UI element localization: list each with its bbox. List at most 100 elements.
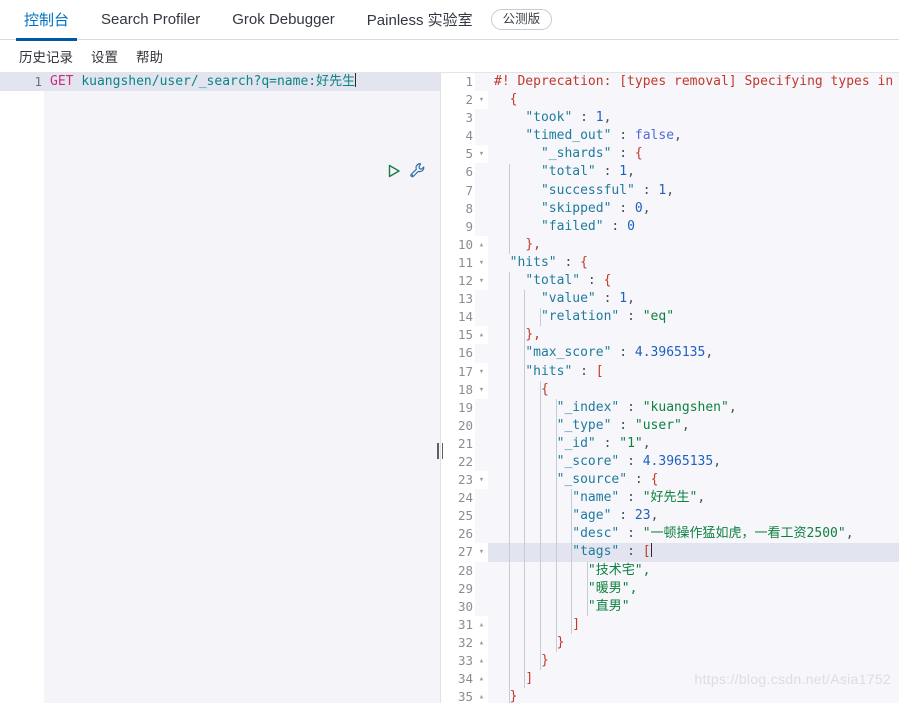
- response-line-text[interactable]: "技术宅",: [488, 562, 899, 580]
- fold-toggle-icon[interactable]: ▴: [475, 652, 488, 671]
- menu-item-settings[interactable]: 设置: [82, 46, 127, 66]
- response-line-text[interactable]: },: [488, 326, 899, 344]
- response-code-line[interactable]: 15 ▴ },: [441, 326, 899, 345]
- request-line-text[interactable]: GET kuangshen/user/_search?q=name:好先生: [44, 73, 440, 92]
- response-code-line[interactable]: 16 "max_score" : 4.3965135,: [441, 344, 899, 363]
- response-code-line[interactable]: 32 ▴ }: [441, 633, 899, 652]
- fold-toggle-icon[interactable]: ▾: [475, 471, 488, 490]
- response-code-line[interactable]: 9 "failed" : 0: [441, 217, 899, 236]
- tab-console[interactable]: 控制台: [8, 0, 85, 41]
- splitter-grip[interactable]: [437, 443, 443, 459]
- response-line-text[interactable]: }: [488, 652, 899, 670]
- response-line-text[interactable]: "_id" : "1",: [488, 435, 899, 453]
- response-code-line[interactable]: 24 "name" : "好先生",: [441, 489, 899, 508]
- response-line-text[interactable]: #! Deprecation: [types removal] Specifyi…: [488, 73, 899, 91]
- response-code-line[interactable]: 1 #! Deprecation: [types removal] Specify…: [441, 73, 899, 92]
- response-line-text[interactable]: "max_score" : 4.3965135,: [488, 344, 899, 362]
- fold-toggle-icon[interactable]: ▾: [475, 362, 488, 381]
- response-line-text[interactable]: "tags" : [: [488, 543, 899, 561]
- response-line-text[interactable]: ]: [488, 616, 899, 634]
- response-code-line[interactable]: 11 ▾ "hits" : {: [441, 253, 899, 273]
- response-line-text[interactable]: "暖男",: [488, 580, 899, 598]
- response-code-line[interactable]: 28 "技术宅",: [441, 561, 899, 580]
- fold-toggle-icon[interactable]: ▾: [475, 145, 488, 164]
- fold-toggle-icon[interactable]: ▾: [475, 91, 488, 110]
- request-line[interactable]: 1 GET kuangshen/user/_search?q=name:好先生: [0, 73, 440, 92]
- response-line-text[interactable]: "total" : 1,: [488, 163, 899, 181]
- fold-toggle-icon[interactable]: ▾: [475, 272, 488, 291]
- response-code-line[interactable]: 10 ▴ },: [441, 235, 899, 254]
- response-line-text[interactable]: }: [488, 688, 899, 703]
- response-line-text[interactable]: {: [488, 381, 899, 399]
- response-line-text[interactable]: "took" : 1,: [488, 109, 899, 127]
- response-code-line[interactable]: 30 "直男": [441, 597, 899, 616]
- response-code-line[interactable]: 26 "desc" : "一顿操作猛如虎，一看工资2500",: [441, 525, 899, 544]
- tab-painless-lab[interactable]: Painless 实验室: [351, 0, 489, 40]
- response-line-text[interactable]: "relation" : "eq": [488, 308, 899, 326]
- response-code-line[interactable]: 20 "_type" : "user",: [441, 416, 899, 435]
- response-line-text[interactable]: "skipped" : 0,: [488, 200, 899, 218]
- tab-grok-debugger[interactable]: Grok Debugger: [216, 0, 351, 40]
- response-line-text[interactable]: }: [488, 634, 899, 652]
- request-editor-empty-area[interactable]: [0, 91, 440, 703]
- request-body-empty[interactable]: [44, 91, 440, 703]
- response-line-text[interactable]: "_source" : {: [488, 471, 899, 489]
- menu-item-history[interactable]: 历史记录: [10, 46, 82, 66]
- response-code-line[interactable]: 8 "skipped" : 0,: [441, 199, 899, 218]
- response-code-line[interactable]: 34 ▴ ]: [441, 670, 899, 689]
- response-code-line[interactable]: 29 "暖男",: [441, 579, 899, 598]
- request-editor-pane[interactable]: 1 GET kuangshen/user/_search?q=name:好先生: [0, 73, 440, 703]
- fold-toggle-icon[interactable]: ▴: [475, 633, 488, 652]
- response-code-line[interactable]: 19 "_index" : "kuangshen",: [441, 398, 899, 417]
- request-editor[interactable]: 1 GET kuangshen/user/_search?q=name:好先生: [0, 73, 440, 703]
- wrench-icon[interactable]: [409, 162, 426, 179]
- fold-toggle-icon[interactable]: ▴: [475, 235, 488, 254]
- response-line-text[interactable]: "desc" : "一顿操作猛如虎，一看工资2500",: [488, 525, 899, 543]
- response-code-lines[interactable]: 1 #! Deprecation: [types removal] Specify…: [441, 73, 899, 703]
- response-line-text[interactable]: "total" : {: [488, 272, 899, 290]
- response-line-text[interactable]: "timed_out" : false,: [488, 127, 899, 145]
- fold-toggle-icon[interactable]: ▴: [475, 670, 488, 689]
- fold-toggle-icon[interactable]: ▴: [475, 688, 488, 703]
- response-code-line[interactable]: 3 "took" : 1,: [441, 109, 899, 128]
- response-line-text[interactable]: "hits" : [: [488, 363, 899, 381]
- response-line-text[interactable]: ]: [488, 670, 899, 688]
- response-line-text[interactable]: "successful" : 1,: [488, 182, 899, 200]
- response-code-line[interactable]: 21 "_id" : "1",: [441, 434, 899, 453]
- beta-badge[interactable]: 公测版: [490, 8, 553, 31]
- response-code-line[interactable]: 31 ▴ ]: [441, 615, 899, 634]
- fold-toggle-icon[interactable]: ▴: [475, 326, 488, 345]
- fold-toggle-icon[interactable]: ▴: [475, 615, 488, 634]
- response-line-text[interactable]: "age" : 23,: [488, 507, 899, 525]
- response-code-line[interactable]: 33 ▴ }: [441, 652, 899, 671]
- response-code-line[interactable]: 25 "age" : 23,: [441, 507, 899, 526]
- response-code-line[interactable]: 4 "timed_out" : false,: [441, 127, 899, 146]
- response-code-line[interactable]: 5 ▾ "_shards" : {: [441, 145, 899, 164]
- response-line-text[interactable]: "_type" : "user",: [488, 417, 899, 435]
- menu-item-help[interactable]: 帮助: [127, 46, 172, 66]
- response-code-line[interactable]: 18 ▾ {: [441, 380, 899, 399]
- response-line-text[interactable]: "_shards" : {: [488, 145, 899, 163]
- response-line-text[interactable]: "_index" : "kuangshen",: [488, 399, 899, 417]
- response-line-text[interactable]: "name" : "好先生",: [488, 489, 899, 507]
- fold-toggle-icon[interactable]: ▾: [475, 543, 488, 562]
- response-line-text[interactable]: "_score" : 4.3965135,: [488, 453, 899, 471]
- response-code-line[interactable]: 22 "_score" : 4.3965135,: [441, 452, 899, 472]
- response-code-line[interactable]: 7 "successful" : 1,: [441, 181, 899, 200]
- tab-search-profiler[interactable]: Search Profiler: [85, 0, 216, 40]
- response-code-line[interactable]: 14 "relation" : "eq": [441, 308, 899, 327]
- response-line-text[interactable]: "failed" : 0: [488, 218, 899, 236]
- response-line-text[interactable]: "hits" : {: [488, 254, 899, 272]
- response-code-line[interactable]: 17 ▾ "hits" : [: [441, 362, 899, 381]
- response-line-text[interactable]: },: [488, 236, 899, 254]
- response-code-line[interactable]: 2 ▾ {: [441, 91, 899, 110]
- response-code-line[interactable]: 13 "value" : 1,: [441, 290, 899, 309]
- response-editor[interactable]: 1 #! Deprecation: [types removal] Specify…: [441, 73, 899, 703]
- response-code-line[interactable]: 6 "total" : 1,: [441, 163, 899, 182]
- response-line-text[interactable]: "直男": [488, 598, 899, 616]
- pane-splitter-handle[interactable]: [437, 73, 443, 703]
- response-code-line[interactable]: 12 ▾ "total" : {: [441, 272, 899, 291]
- fold-toggle-icon[interactable]: ▾: [475, 253, 488, 273]
- response-code-line[interactable]: 35 ▴ }: [441, 688, 899, 703]
- fold-toggle-icon[interactable]: ▾: [475, 380, 488, 399]
